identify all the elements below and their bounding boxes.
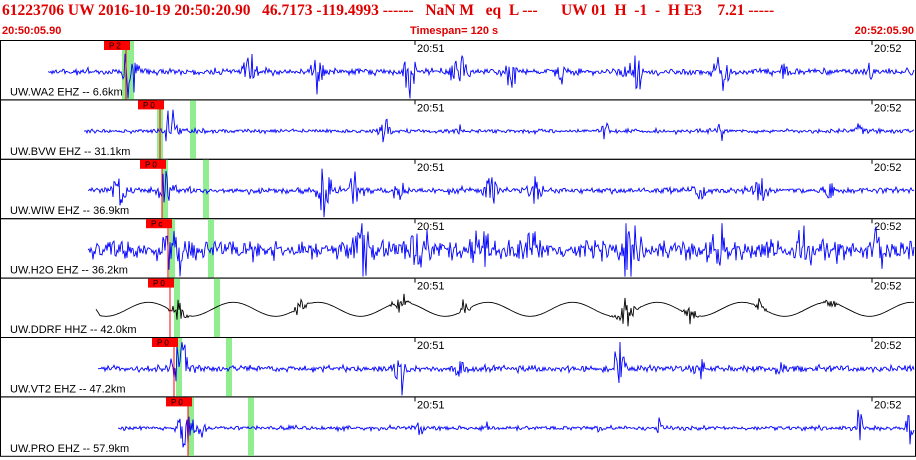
phase-pick-label: P 0 xyxy=(153,279,165,288)
phase-pick-label: P 0 xyxy=(171,398,183,407)
trace-panel[interactable]: 20:51 20:52 P 0 UW.DDRF HHZ -- 42.0km xyxy=(0,277,916,339)
station-label: UW.H2O EHZ -- 36.2km xyxy=(10,265,128,277)
waveform-trace xyxy=(87,168,915,218)
time-marker xyxy=(203,159,209,219)
phase-pick-label: P 0 xyxy=(157,339,169,348)
phase-pick-label: P 0 xyxy=(145,160,157,169)
waveform-trace xyxy=(47,53,915,99)
station-label: UW.WIW EHZ -- 36.9km xyxy=(10,205,129,217)
time-tick-label: 20:51 xyxy=(417,43,445,55)
trace-panel[interactable]: 20:51 20:52 P c UW.H2O EHZ -- 36.2km xyxy=(0,218,916,279)
panel-border xyxy=(0,277,916,339)
station-label: UW.VT2 EHZ -- 47.2km xyxy=(10,383,126,395)
trace-panel[interactable]: 20:51 20:52 P 2 UW.WA2 EHZ -- 6.6km xyxy=(0,40,916,101)
time-tick-label: 20:51 xyxy=(417,399,445,411)
trace-panel[interactable]: 20:51 20:52 P 0 UW.VT2 EHZ -- 47.2km xyxy=(0,337,916,398)
time-tick-label: 20:52 xyxy=(874,399,902,411)
trace-panel[interactable]: 20:51 20:52 P 0 UW.WIW EHZ -- 36.9km xyxy=(0,158,916,220)
phase-pick-label: P c xyxy=(151,220,162,229)
time-tick-label: 20:52 xyxy=(874,281,902,293)
waveform-trace xyxy=(83,109,915,143)
station-label: UW.PRO EHZ -- 57.9km xyxy=(10,443,129,455)
time-tick-label: 20:52 xyxy=(874,102,902,114)
time-tick-label: 20:52 xyxy=(874,340,902,352)
time-tick-label: 20:51 xyxy=(417,221,445,233)
trace-panel[interactable]: 20:51 20:52 P 0 UW.PRO EHZ -- 57.9km xyxy=(0,396,916,457)
phase-pick-label: P 2 xyxy=(109,42,121,51)
waveform-trace xyxy=(117,409,915,448)
panel-border xyxy=(0,337,916,398)
time-tick-label: 20:52 xyxy=(874,43,902,55)
panel-border xyxy=(0,99,916,160)
time-tick-label: 20:52 xyxy=(874,162,902,174)
waveform-trace xyxy=(98,341,915,396)
seismogram-panels[interactable]: 20:51 20:52P 2UW.WA2 EHZ -- 6.6km20:51 20:… xyxy=(0,0,916,460)
time-tick-label: 20:51 xyxy=(417,102,445,114)
time-tick-label: 20:52 xyxy=(874,221,902,233)
station-label: UW.DDRF HHZ -- 42.0km xyxy=(10,324,137,336)
phase-pick-label: P 0 xyxy=(143,101,155,110)
station-label: UW.WA2 EHZ -- 6.6km xyxy=(10,86,123,98)
time-tick-label: 20:51 xyxy=(417,340,445,352)
panel-border xyxy=(0,158,916,220)
time-tick-label: 20:51 xyxy=(417,162,445,174)
trace-panel[interactable]: 20:51 20:52 P 0 UW.BVW EHZ -- 31.1km xyxy=(0,99,916,160)
station-label: UW.BVW EHZ -- 31.1km xyxy=(10,146,130,158)
time-tick-label: 20:51 xyxy=(417,281,445,293)
